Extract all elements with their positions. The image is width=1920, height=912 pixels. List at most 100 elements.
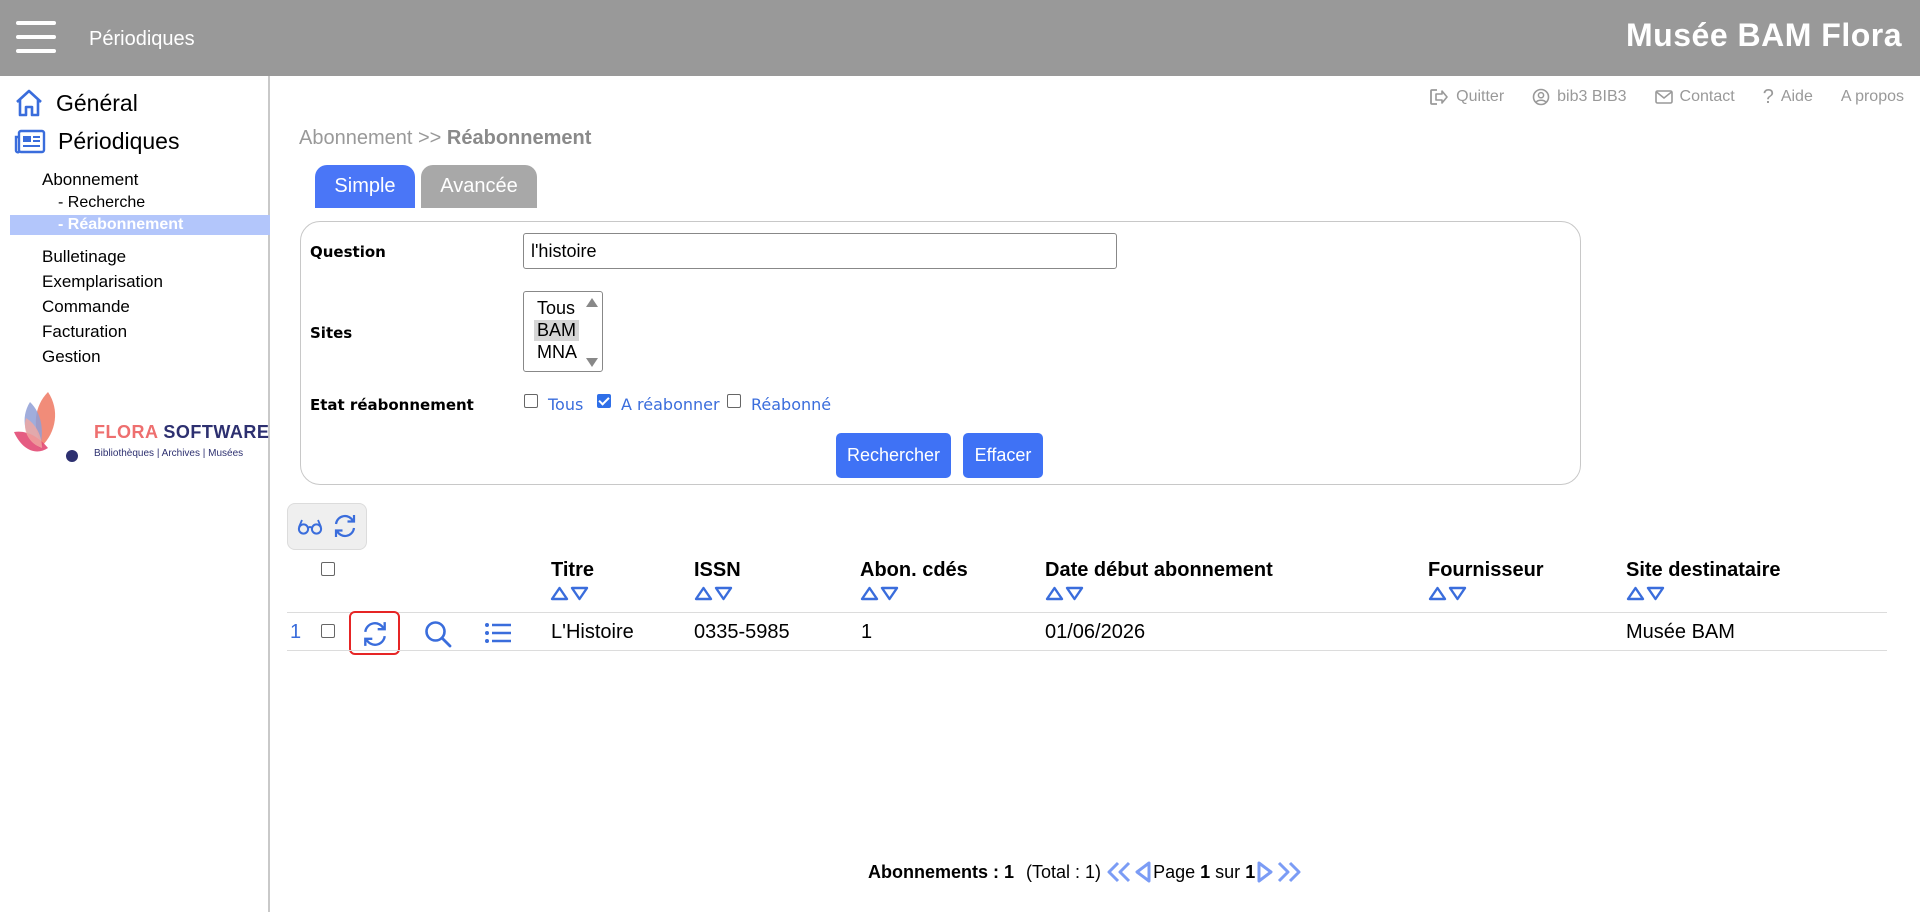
- brand-title: Musée BAM Flora: [1626, 17, 1902, 53]
- sidebar-item-recherche[interactable]: - Recherche: [58, 194, 145, 212]
- question-input[interactable]: [523, 233, 1117, 269]
- header-titre[interactable]: Titre: [551, 559, 594, 582]
- effacer-button[interactable]: Effacer: [963, 433, 1043, 478]
- sort-asc-icon[interactable]: [550, 586, 569, 601]
- apropos-link[interactable]: A propos: [1841, 88, 1904, 106]
- table-divider: [287, 612, 1887, 613]
- etat-tous-checkbox[interactable]: [524, 394, 538, 408]
- sign-out-icon: [1430, 89, 1448, 105]
- etat-a-reabonner-label[interactable]: A réabonner: [621, 395, 720, 414]
- sort-site[interactable]: [1626, 586, 1665, 601]
- quitter-link[interactable]: Quitter: [1429, 88, 1504, 106]
- tab-simple[interactable]: Simple: [315, 165, 415, 208]
- etat-tous-label[interactable]: Tous: [548, 395, 583, 414]
- pager-label: Abonnements: [868, 861, 989, 882]
- sort-desc-icon[interactable]: [1065, 586, 1084, 601]
- row-reabonner-button[interactable]: [349, 611, 400, 655]
- sort-asc-icon[interactable]: [860, 586, 879, 601]
- sidebar-item-exemplarisation[interactable]: Exemplarisation: [42, 272, 163, 292]
- rechercher-button[interactable]: Rechercher: [836, 433, 951, 478]
- sort-desc-icon[interactable]: [570, 586, 589, 601]
- sort-desc-icon[interactable]: [714, 586, 733, 601]
- scroll-down-arrow-icon[interactable]: [586, 358, 598, 367]
- cell-date: 01/06/2026: [1045, 621, 1146, 643]
- header-abon[interactable]: Abon. cdés: [860, 559, 968, 582]
- sort-desc-icon[interactable]: [1448, 586, 1467, 601]
- question-label: Question: [310, 243, 386, 261]
- sort-asc-icon[interactable]: [1626, 586, 1645, 601]
- sidebar-item-periodiques[interactable]: Périodiques: [14, 128, 179, 155]
- refresh-icon[interactable]: [332, 513, 358, 539]
- sort-abon[interactable]: [860, 586, 899, 601]
- site-option-bam[interactable]: BAM: [534, 320, 580, 341]
- sort-issn[interactable]: [694, 586, 733, 601]
- aide-link[interactable]: ? Aide: [1762, 86, 1813, 108]
- sort-titre[interactable]: [550, 586, 589, 601]
- next-page-icon[interactable]: [1255, 860, 1275, 884]
- sort-desc-icon[interactable]: [880, 586, 899, 601]
- breadcrumb-parent[interactable]: Abonnement: [299, 127, 412, 149]
- sidebar-item-label: Périodiques: [58, 128, 180, 154]
- header-date[interactable]: Date début abonnement: [1045, 559, 1273, 582]
- logo-text-software: SOFTWARE: [157, 422, 270, 442]
- select-all-checkbox[interactable]: [321, 562, 335, 576]
- sort-date[interactable]: [1045, 586, 1084, 601]
- prev-page-icon[interactable]: [1133, 860, 1153, 884]
- sidebar-item-bulletinage[interactable]: Bulletinage: [42, 247, 126, 267]
- refresh-icon: [364, 622, 386, 646]
- pagination: Abonnements : 1 (Total : 1) Page 1 sur 1: [868, 860, 1303, 884]
- pager-colon: :: [988, 861, 1005, 882]
- pager-sur-word: sur: [1215, 861, 1241, 882]
- envelope-icon: [1654, 90, 1673, 104]
- search-icon[interactable]: [423, 619, 453, 649]
- cell-titre: L'Histoire: [551, 621, 634, 643]
- question-mark-icon: ?: [1762, 86, 1774, 108]
- site-option-tous[interactable]: Tous: [534, 298, 578, 319]
- table-divider: [287, 650, 1887, 651]
- user-link[interactable]: bib3 BIB3: [1532, 88, 1627, 106]
- tab-advanced[interactable]: Avancée: [421, 165, 537, 208]
- row-checkbox[interactable]: [321, 624, 335, 638]
- etat-reabonne-checkbox[interactable]: [727, 394, 741, 408]
- logo-text-flora: FLORA: [94, 422, 158, 442]
- pager-page-word: Page: [1153, 861, 1196, 882]
- sidebar-item-facturation[interactable]: Facturation: [42, 322, 127, 342]
- pager-page-total: 1: [1245, 861, 1256, 882]
- sort-fournisseur[interactable]: [1428, 586, 1467, 601]
- row-number[interactable]: 1: [290, 621, 301, 644]
- breadcrumb-current: Réabonnement: [446, 127, 592, 149]
- pager-total: (Total : 1): [1026, 861, 1102, 882]
- sites-listbox[interactable]: Tous BAM MNA: [523, 291, 603, 372]
- sort-asc-icon[interactable]: [1428, 586, 1447, 601]
- scroll-up-arrow-icon[interactable]: [586, 298, 598, 307]
- sort-asc-icon[interactable]: [694, 586, 713, 601]
- pager-count: 1: [1004, 861, 1015, 882]
- sort-desc-icon[interactable]: [1646, 586, 1665, 601]
- header-fournisseur[interactable]: Fournisseur: [1428, 559, 1544, 582]
- etat-reabonne-label[interactable]: Réabonné: [751, 395, 831, 414]
- sidebar-item-commande[interactable]: Commande: [42, 297, 130, 317]
- home-icon: [16, 89, 42, 117]
- sidebar-item-abonnement[interactable]: Abonnement: [42, 170, 138, 190]
- header-site[interactable]: Site destinataire: [1626, 559, 1781, 582]
- etat-a-reabonner-checkbox[interactable]: [597, 394, 611, 408]
- cell-issn: 0335-5985: [694, 621, 790, 643]
- sort-asc-icon[interactable]: [1045, 586, 1064, 601]
- sidebar: Général Périodiques Abonnement - Recherc…: [0, 76, 270, 912]
- newspaper-icon: [14, 129, 46, 153]
- glasses-icon[interactable]: [297, 518, 323, 536]
- first-page-icon[interactable]: [1105, 860, 1133, 884]
- logo-tagline: Bibliothèques | Archives | Musées: [94, 448, 244, 459]
- site-option-mna[interactable]: MNA: [534, 342, 580, 363]
- list-icon[interactable]: [484, 621, 512, 645]
- sidebar-item-general[interactable]: Général: [14, 88, 138, 118]
- top-links: Quitter bib3 BIB3 Contact ? Aide A propo…: [1429, 86, 1904, 108]
- header-issn[interactable]: ISSN: [694, 559, 741, 582]
- sidebar-item-gestion[interactable]: Gestion: [42, 347, 101, 367]
- etat-label: Etat réabonnement: [310, 396, 474, 414]
- breadcrumb-separator: >>: [412, 127, 447, 149]
- contact-link[interactable]: Contact: [1654, 88, 1735, 106]
- last-page-icon[interactable]: [1275, 860, 1303, 884]
- sidebar-item-reabonnement[interactable]: - Réabonnement: [10, 215, 270, 235]
- hamburger-menu-icon[interactable]: [16, 21, 56, 53]
